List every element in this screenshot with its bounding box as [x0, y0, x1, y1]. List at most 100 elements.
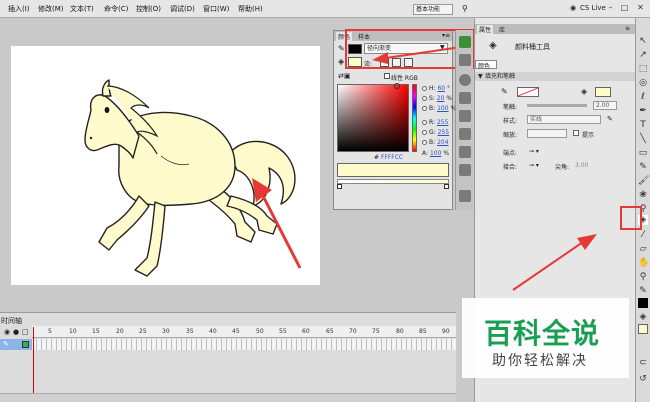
hsb-b-row[interactable]: B: 100 %	[422, 105, 456, 112]
deco-tool-icon[interactable]: ❀	[638, 190, 648, 200]
code-snippets-icon[interactable]	[459, 164, 471, 176]
rgb-value[interactable]: 255	[437, 119, 448, 126]
menu-control[interactable]: 控制(O)	[136, 4, 161, 14]
line-tool-icon[interactable]: ╲	[638, 134, 648, 144]
hsb-value[interactable]: 60	[437, 85, 445, 92]
timeline-frames[interactable]	[32, 339, 456, 350]
fill-color-swatch[interactable]	[595, 87, 611, 97]
eye-icon[interactable]: ◉	[4, 328, 10, 336]
miter-value[interactable]: 3.00	[575, 162, 588, 169]
rgb-g-row[interactable]: G: 255	[422, 129, 449, 136]
radio-b[interactable]	[422, 106, 427, 111]
alpha-row[interactable]: A: 100 %	[422, 150, 449, 157]
close-button[interactable]: ✕	[634, 3, 647, 14]
fill-bucket-icon[interactable]: ◈	[338, 57, 344, 66]
rgb-r-row[interactable]: R: 255	[422, 119, 448, 126]
motion-presets-icon[interactable]	[459, 146, 471, 158]
minimize-button[interactable]: –	[604, 3, 617, 14]
hue-slider[interactable]	[412, 84, 417, 152]
menu-insert[interactable]: 插入(I)	[8, 4, 30, 14]
edit-style-icon[interactable]: ✎	[607, 115, 613, 123]
fill-color-tool-icon[interactable]: ◈	[638, 312, 648, 322]
gradient-bar[interactable]	[337, 179, 449, 189]
eyedropper-tool-icon[interactable]: ⁄	[638, 230, 648, 240]
color-picker-field[interactable]	[337, 83, 409, 152]
radio-g[interactable]	[422, 130, 427, 135]
hex-row[interactable]: # FFFFCC	[374, 154, 403, 161]
hsb-value[interactable]: 100	[437, 105, 448, 112]
stroke-input[interactable]: 2.00	[593, 101, 617, 110]
stroke-pencil-icon[interactable]: ✎	[338, 44, 345, 53]
maximize-button[interactable]: □	[618, 3, 631, 14]
eraser-tool-icon[interactable]: ▱	[638, 244, 648, 254]
rectangle-tool-icon[interactable]: ▭	[638, 148, 648, 158]
radio-h[interactable]	[422, 86, 427, 91]
project-panel-icon[interactable]	[459, 190, 471, 202]
stroke-color-tool-icon[interactable]: ✎	[638, 286, 648, 296]
free-transform-tool-icon[interactable]: ⬚	[638, 64, 648, 74]
selection-tool-icon[interactable]: ↖	[638, 36, 648, 46]
hsb-s-row[interactable]: S: 20 %	[422, 95, 452, 102]
components-panel-icon[interactable]	[459, 128, 471, 140]
timeline-layer-row[interactable]: ✎	[0, 339, 32, 350]
style-select[interactable]: 实线	[527, 115, 601, 124]
hex-value[interactable]: FFFFCC	[381, 154, 403, 161]
swatches-panel-icon[interactable]	[459, 54, 471, 66]
pencil-tool-icon[interactable]: ✎	[638, 162, 648, 172]
transform-panel-icon[interactable]	[459, 110, 471, 122]
menu-text[interactable]: 文本(T)	[70, 4, 94, 14]
tab-library[interactable]: 库	[497, 25, 507, 34]
menu-modify[interactable]: 修改(M)	[38, 4, 64, 14]
hsb-h-row[interactable]: H: 60 °	[422, 85, 450, 92]
cap-select[interactable]: ⊸ ▾	[529, 148, 539, 155]
rgb-value[interactable]: 255	[438, 129, 449, 136]
lock-icon[interactable]: ●	[13, 328, 19, 336]
cs-live-label[interactable]: CS Live	[580, 4, 606, 12]
rgb-value[interactable]: 204	[437, 139, 448, 146]
color-subtab[interactable]: 颜色	[475, 60, 497, 70]
join-select[interactable]: ⊸ ▾	[529, 162, 539, 169]
color-picker-marker[interactable]	[394, 83, 400, 89]
layer-color-icon[interactable]	[22, 341, 29, 348]
section-fill-stroke[interactable]: 填充和笔触	[475, 72, 636, 81]
align-panel-icon[interactable]	[459, 92, 471, 104]
swap-colors-icon[interactable]: ⇄▣	[338, 72, 350, 80]
hand-tool-icon[interactable]: ✋	[638, 258, 649, 268]
radio-s[interactable]	[422, 96, 427, 101]
brush-tool-icon[interactable]: 🖌	[638, 176, 649, 186]
smooth-tool-icon[interactable]: ↺	[638, 374, 648, 384]
linear-rgb-checkbox[interactable]	[384, 73, 390, 79]
menu-debug[interactable]: 调试(D)	[170, 4, 195, 14]
zoom-tool-icon[interactable]: ⚲	[638, 272, 648, 282]
menu-commands[interactable]: 命令(C)	[104, 4, 128, 14]
3d-rotation-tool-icon[interactable]: ◎	[638, 78, 648, 88]
workspace-selector[interactable]: 基本功能	[413, 4, 453, 15]
rgb-b-row[interactable]: B: 204	[422, 139, 449, 146]
hsb-value[interactable]: 20	[437, 95, 445, 102]
subselection-tool-icon[interactable]: ↗	[638, 50, 648, 60]
pen-tool-icon[interactable]: ✒	[638, 106, 648, 116]
radio-blue[interactable]	[422, 140, 427, 145]
menu-help[interactable]: 帮助(H)	[238, 4, 263, 14]
panel-menu-icon[interactable]: ≡	[625, 25, 630, 32]
lasso-tool-icon[interactable]: ℓ	[638, 92, 648, 102]
outline-icon[interactable]: □	[22, 328, 29, 336]
menu-window[interactable]: 窗口(W)	[203, 4, 229, 14]
alpha-value[interactable]: 100	[430, 150, 441, 157]
stroke-color-chip[interactable]	[638, 298, 648, 308]
fill-color-chip[interactable]	[638, 324, 648, 334]
hint-checkbox[interactable]	[573, 130, 579, 136]
timeline-ruler[interactable]: 5 10 15 20 25 30 35 40 45 50 55 60 65 70…	[32, 326, 456, 338]
scale-select[interactable]	[527, 129, 567, 138]
gradient-stop-left[interactable]	[337, 184, 342, 189]
playhead[interactable]	[33, 327, 34, 402]
snap-tool-icon[interactable]: ⊂	[638, 358, 648, 368]
search-icon[interactable]: ⚲	[462, 4, 468, 13]
text-tool-icon[interactable]: T	[638, 120, 648, 130]
tab-properties[interactable]: 属性	[477, 25, 494, 34]
gradient-stop-right[interactable]	[444, 184, 449, 189]
stroke-slider[interactable]	[527, 104, 587, 107]
color-panel-icon[interactable]	[459, 36, 471, 48]
stroke-color-swatch[interactable]	[517, 87, 539, 97]
info-panel-icon[interactable]	[459, 74, 471, 86]
